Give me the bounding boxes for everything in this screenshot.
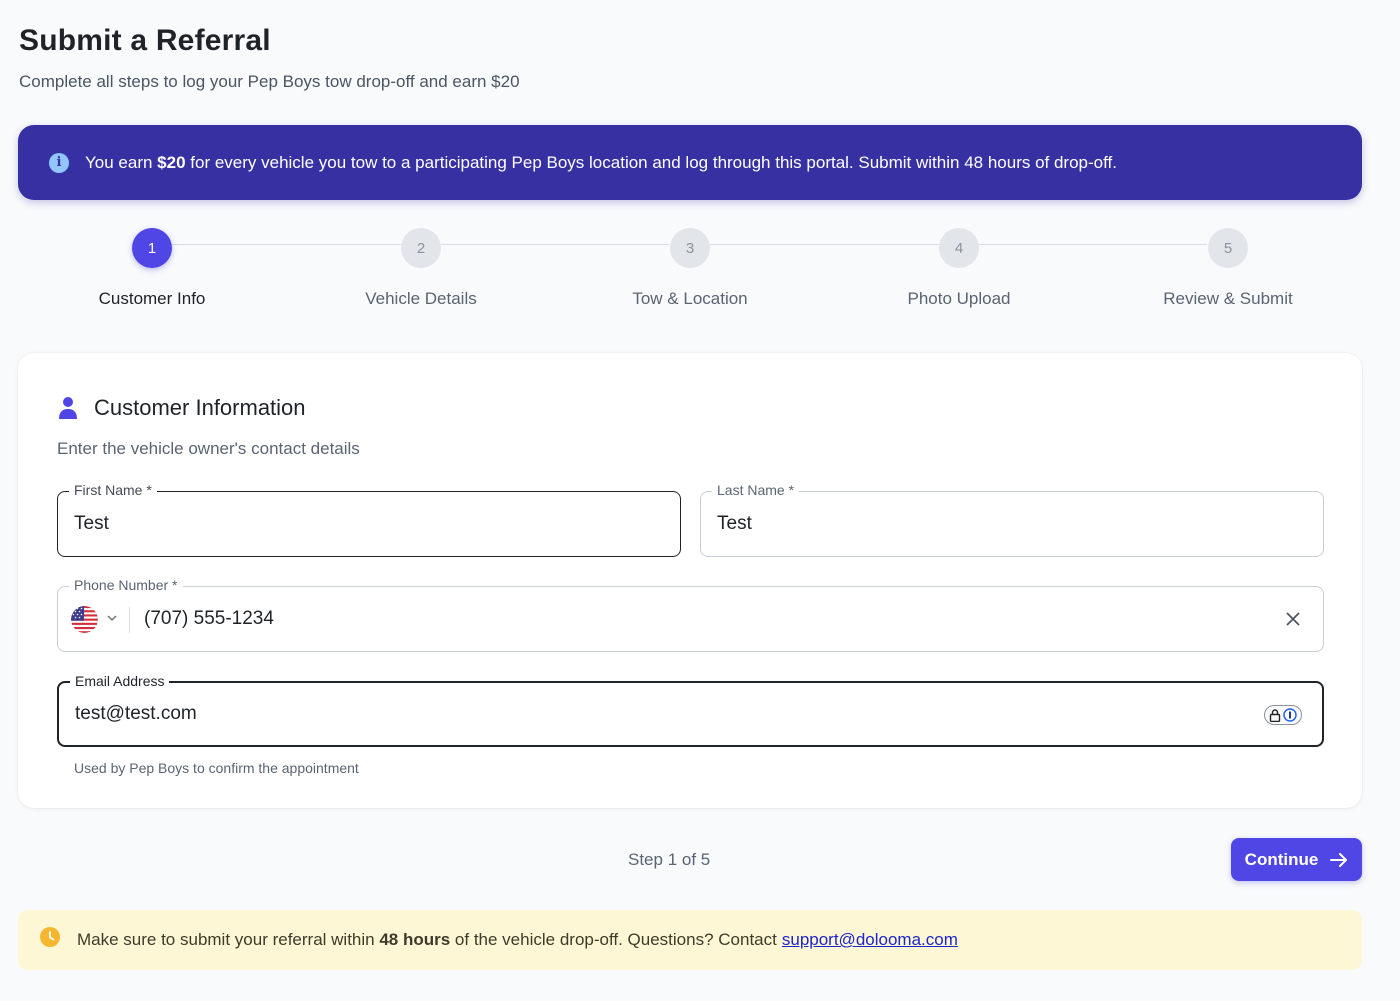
warning-bold: 48 hours [379, 930, 451, 949]
warning-banner: Make sure to submit your referral within… [18, 910, 1362, 970]
email-field: Email Address [57, 672, 1324, 747]
info-icon: i [49, 152, 69, 173]
info-banner-text: You earn $20 for every vehicle you tow t… [85, 152, 1117, 172]
step-number: 2 [401, 228, 441, 268]
clock-icon [40, 926, 60, 947]
first-name-input[interactable] [74, 492, 636, 556]
step-label: Vehicle Details [365, 289, 477, 308]
step-photo-upload[interactable]: 4 Photo Upload [859, 228, 1059, 309]
password-info-icon [1283, 708, 1297, 722]
first-name-field: First Name * [57, 481, 681, 557]
page-subtitle: Complete all steps to log your Pep Boys … [19, 72, 520, 91]
lock-icon [1269, 708, 1281, 722]
card-title: Customer Information [58, 395, 306, 421]
info-banner-amount: $20 [157, 152, 186, 172]
email-input[interactable] [75, 683, 1278, 745]
clear-phone-button[interactable] [1283, 609, 1303, 629]
customer-info-card: Customer Information Enter the vehicle o… [18, 353, 1362, 808]
step-number: 3 [670, 228, 710, 268]
phone-divider [129, 607, 130, 633]
step-label: Tow & Location [632, 289, 748, 308]
last-name-field: Last Name * [700, 481, 1324, 557]
step-number: 5 [1208, 228, 1248, 268]
step-number: 1 [132, 228, 172, 268]
step-count: Step 1 of 5 [628, 850, 711, 869]
step-review-submit[interactable]: 5 Review & Submit [1128, 228, 1328, 309]
us-flag-icon [71, 606, 98, 633]
chevron-down-icon [107, 615, 117, 622]
step-vehicle-details[interactable]: 2 Vehicle Details [321, 228, 521, 309]
continue-button[interactable]: Continue [1231, 838, 1362, 881]
warning-text: Make sure to submit your referral within… [77, 930, 777, 949]
person-icon [59, 397, 77, 419]
step-label: Photo Upload [907, 289, 1011, 308]
support-email-link[interactable]: support@dolooma.com [782, 930, 958, 950]
continue-label: Continue [1244, 849, 1319, 869]
step-tow-location[interactable]: 3 Tow & Location [590, 228, 790, 309]
phone-input[interactable] [144, 587, 1144, 651]
step-customer-info[interactable]: 1 Customer Info [52, 228, 252, 309]
close-icon [1286, 612, 1300, 626]
email-helper-text: Used by Pep Boys to confirm the appointm… [74, 760, 359, 776]
step-label: Review & Submit [1163, 289, 1293, 308]
info-banner: i You earn $20 for every vehicle you tow… [18, 125, 1362, 200]
card-subtitle: Enter the vehicle owner's contact detail… [57, 439, 360, 458]
last-name-input[interactable] [717, 492, 1279, 556]
page-title: Submit a Referral [19, 24, 271, 57]
step-number: 4 [939, 228, 979, 268]
phone-field: Phone Number * [57, 576, 1324, 652]
arrow-right-icon [1330, 852, 1348, 867]
password-manager-icon[interactable] [1264, 705, 1302, 725]
step-label: Customer Info [98, 289, 206, 308]
